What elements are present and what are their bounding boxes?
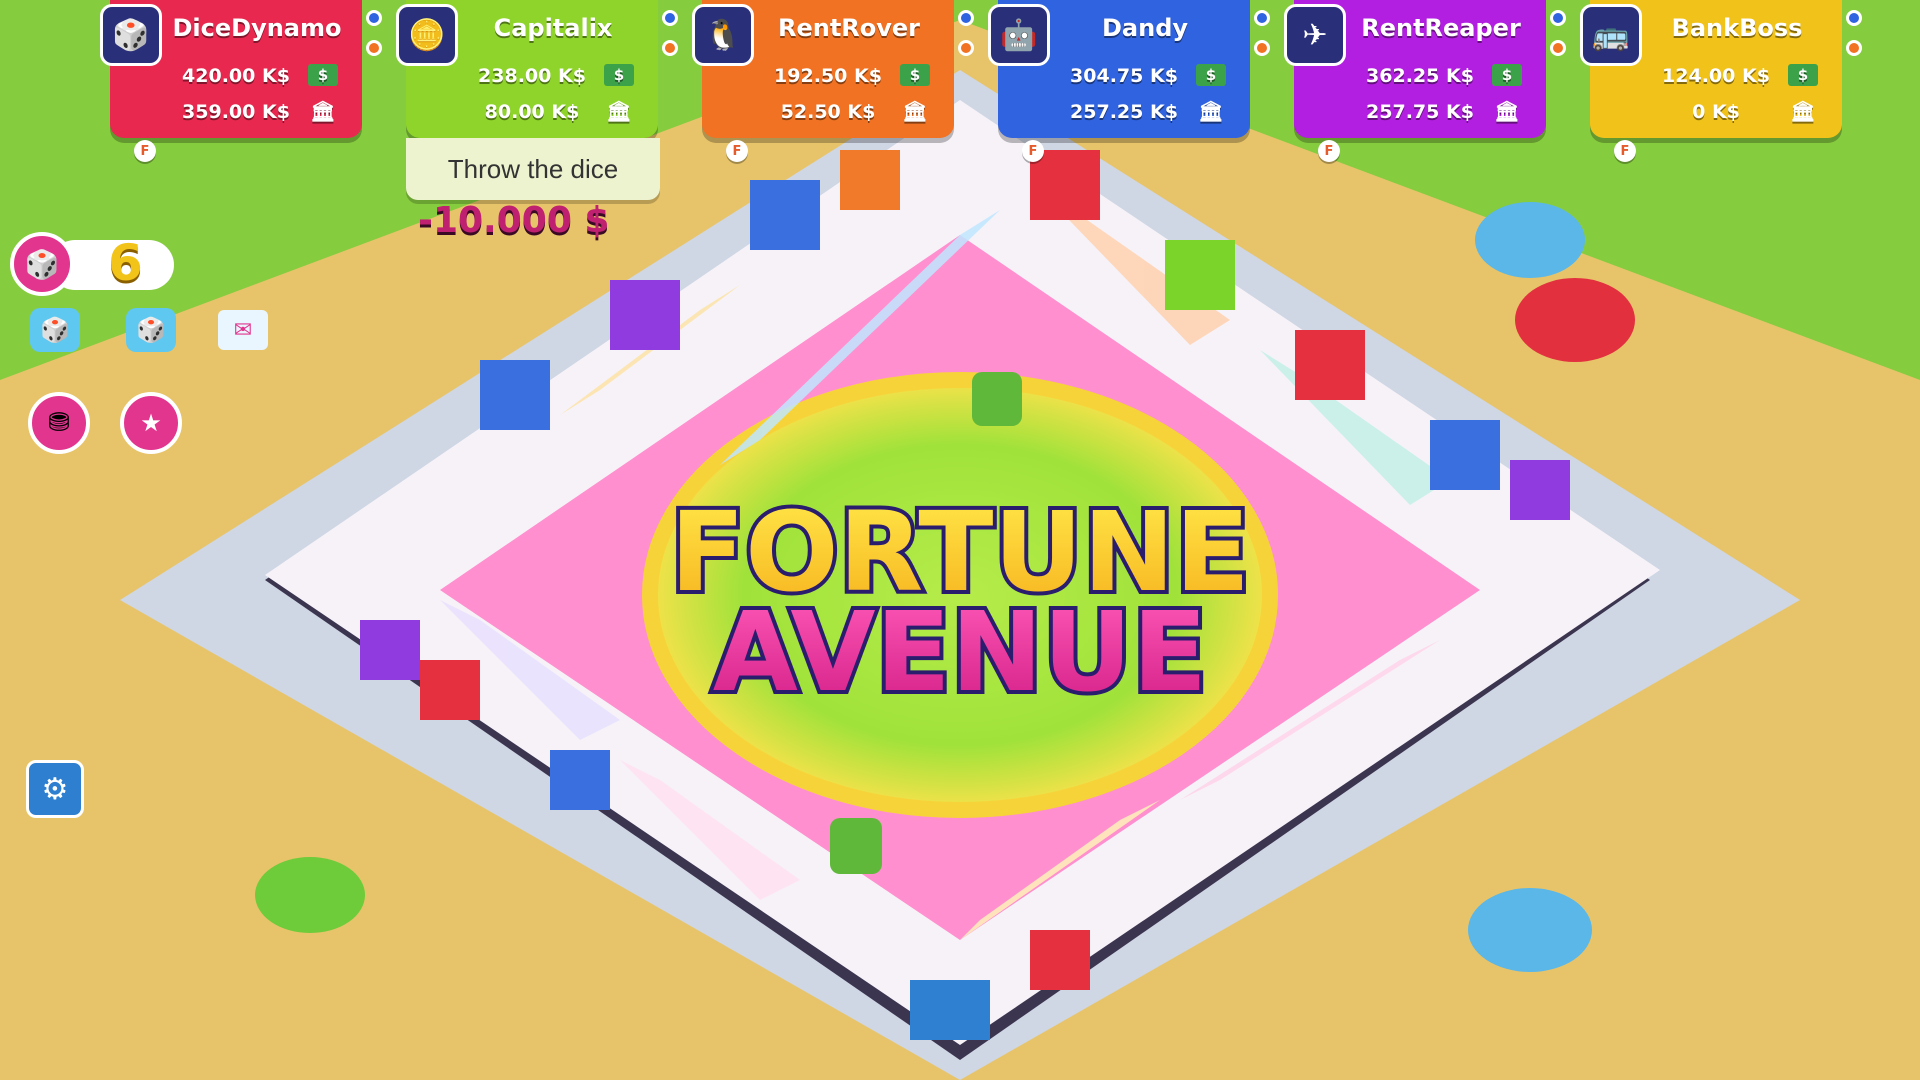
- robot-avatar-icon: 🤖: [988, 4, 1050, 66]
- cash-value: 362.25 K$: [1366, 65, 1474, 87]
- player-name: BankBoss: [1671, 14, 1803, 42]
- bank-value: 0 K$: [1692, 101, 1740, 123]
- player-cash: 238.00 K$ $: [424, 62, 640, 90]
- settings-button[interactable]: ⚙: [26, 760, 84, 818]
- player-card[interactable]: 🪙 Capitalix 238.00 K$ $ 80.00 K$ 🏛 F: [396, 0, 678, 162]
- status-dots: [1254, 10, 1272, 70]
- bank-value: 80.00 K$: [484, 101, 580, 123]
- player-cash: 124.00 K$ $: [1608, 62, 1824, 90]
- plane-avatar-icon: ✈: [1284, 4, 1346, 66]
- dice-counter-value: 6: [108, 234, 143, 292]
- flag-badge-icon: F: [1022, 140, 1044, 162]
- bus-avatar-icon: 🚌: [1580, 4, 1642, 66]
- cash-value: 238.00 K$: [478, 65, 586, 87]
- player-bank: 257.75 K$ 🏛: [1312, 98, 1528, 126]
- cash-icon: $: [1196, 64, 1226, 86]
- cash-icon: $: [1788, 64, 1818, 86]
- flag-badge-icon: F: [134, 140, 156, 162]
- player-cash: 304.75 K$ $: [1016, 62, 1232, 90]
- bank-icon: 🏛: [1790, 99, 1816, 123]
- dice-avatar-icon: 🎲: [100, 4, 162, 66]
- player-card[interactable]: 🐧 RentRover 192.50 K$ $ 52.50 K$ 🏛 F: [692, 0, 974, 162]
- cash-value: 304.75 K$: [1070, 65, 1178, 87]
- status-dot: [958, 40, 974, 56]
- player-cash: 362.25 K$ $: [1312, 62, 1528, 90]
- flag-badge-icon: F: [1614, 140, 1636, 162]
- status-dots: [1846, 10, 1864, 70]
- status-dots: [662, 10, 680, 70]
- status-dots: [958, 10, 976, 70]
- status-dot: [1846, 10, 1862, 26]
- title-avenue: AVENUE: [713, 588, 1207, 716]
- player-name: DiceDynamo: [172, 14, 342, 42]
- flag-badge-icon: F: [726, 140, 748, 162]
- cash-value: 420.00 K$: [182, 65, 290, 87]
- dice-bonus-icon[interactable]: 🎲: [30, 308, 80, 352]
- throw-dice-prompt[interactable]: Throw the dice: [406, 138, 660, 200]
- status-dot: [366, 40, 382, 56]
- status-dot: [1254, 40, 1270, 56]
- game-scene: FORTUNE AVENUE: [0, 0, 1920, 1080]
- coins-avatar-icon: 🪙: [396, 4, 458, 66]
- bank-icon: 🏛: [902, 99, 928, 123]
- fortune-badge-icon[interactable]: ★: [120, 392, 182, 454]
- status-dot: [1550, 10, 1566, 26]
- player-name: Dandy: [1101, 14, 1189, 42]
- bank-value: 257.25 K$: [1070, 101, 1178, 123]
- player-card[interactable]: 🤖 Dandy 304.75 K$ $ 257.25 K$ 🏛 F: [988, 0, 1270, 162]
- player-name: RentRover: [777, 14, 921, 42]
- player-bank: 80.00 K$ 🏛: [424, 98, 640, 126]
- cash-icon: $: [308, 64, 338, 86]
- dice-counter[interactable]: 🎲 6: [10, 232, 174, 296]
- penguin-avatar-icon: 🐧: [692, 4, 754, 66]
- status-dot: [958, 10, 974, 26]
- flag-badge-icon: F: [1318, 140, 1340, 162]
- player-bank: 52.50 K$ 🏛: [720, 98, 936, 126]
- status-dot: [662, 10, 678, 26]
- cash-icon: $: [1492, 64, 1522, 86]
- player-cash: 420.00 K$ $: [128, 62, 344, 90]
- cash-value: 124.00 K$: [1662, 65, 1770, 87]
- cash-value: 192.50 K$: [774, 65, 882, 87]
- player-card[interactable]: ✈ RentReaper 362.25 K$ $ 257.75 K$ 🏛 F: [1284, 0, 1566, 162]
- mail-icon[interactable]: ✉: [218, 310, 268, 350]
- dice-bonus-icon[interactable]: 🎲: [126, 308, 176, 352]
- dice-refresh-icon[interactable]: 🎲: [10, 232, 74, 296]
- shop-icon[interactable]: ⛃: [28, 392, 90, 454]
- gear-icon: ⚙: [41, 771, 69, 807]
- status-dots: [366, 10, 384, 70]
- player-cash: 192.50 K$ $: [720, 62, 936, 90]
- player-bank: 257.25 K$ 🏛: [1016, 98, 1232, 126]
- status-dot: [366, 10, 382, 26]
- status-dot: [662, 40, 678, 56]
- status-dots: [1550, 10, 1568, 70]
- player-name: RentReaper: [1361, 14, 1521, 42]
- status-dot: [1254, 10, 1270, 26]
- player-bank: 0 K$ 🏛: [1608, 98, 1824, 126]
- player-card[interactable]: 🎲 DiceDynamo 420.00 K$ $ 359.00 K$ 🏛 F: [100, 0, 382, 162]
- bank-icon: 🏛: [310, 99, 336, 123]
- player-name: Capitalix: [493, 14, 613, 42]
- status-dot: [1846, 40, 1862, 56]
- bank-value: 52.50 K$: [780, 101, 876, 123]
- bank-value: 257.75 K$: [1366, 101, 1474, 123]
- bank-icon: 🏛: [606, 99, 632, 123]
- cash-icon: $: [604, 64, 634, 86]
- bank-value: 359.00 K$: [182, 101, 290, 123]
- player-card[interactable]: 🚌 BankBoss 124.00 K$ $ 0 K$ 🏛 F: [1580, 0, 1862, 162]
- player-bank: 359.00 K$ 🏛: [128, 98, 344, 126]
- penalty-amount: -10.000 $: [418, 200, 610, 241]
- status-dot: [1550, 40, 1566, 56]
- bank-icon: 🏛: [1198, 99, 1224, 123]
- bank-icon: 🏛: [1494, 99, 1520, 123]
- cash-icon: $: [900, 64, 930, 86]
